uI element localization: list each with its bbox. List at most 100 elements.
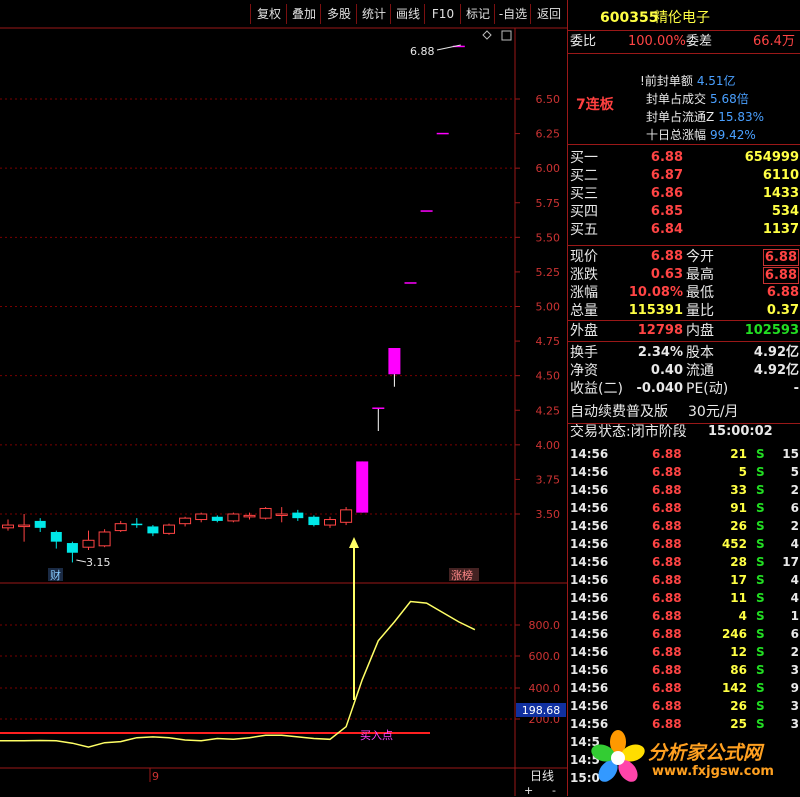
price-tick-label: 4.50 [536, 370, 561, 383]
tick-count: 17 [782, 555, 799, 569]
bid-row[interactable]: 买三 6.86 1433 [568, 185, 800, 203]
stat-waipan-label: 外盘 [570, 323, 598, 339]
indicator-tick-label: 800.0 [529, 619, 561, 632]
zoom-out-button[interactable]: - [552, 784, 556, 797]
tick-time: 14:56 [570, 645, 609, 659]
tick-volume: 246 [721, 627, 747, 641]
price-tick-label: 3.75 [536, 473, 561, 486]
stat-waipan: 12798 [637, 323, 683, 338]
stat-zongliang-label: 总量 [570, 303, 598, 319]
tick-side: S [756, 555, 765, 569]
tick-price: 6.88 [652, 519, 682, 533]
bid-volume: 534 [771, 204, 799, 219]
bid-price: 6.88 [650, 150, 683, 165]
tick-row: 14:56 6.88 142 S 9 [568, 679, 800, 697]
trade-status: 交易状态:闭市阶段 [570, 424, 687, 440]
candle-body [163, 524, 175, 534]
panel-toggle-icon [501, 30, 512, 41]
candle-body [292, 512, 304, 519]
tick-volume: 12 [730, 645, 747, 659]
candle-body [388, 348, 401, 375]
seal-item: 封单占流通Z 15.83% [646, 108, 764, 125]
stat-zuigao-label: 最高 [686, 267, 714, 283]
seal-item: 封单占成交 5.68倍 [646, 90, 749, 107]
stock-code: 600355 [600, 10, 659, 26]
zoom-in-button[interactable]: + [524, 784, 533, 797]
tick-time: 14:56 [570, 519, 609, 533]
stat-huanshou-label: 换手 [570, 345, 598, 361]
tick-volume: 11 [730, 591, 747, 605]
candle-body [131, 523, 143, 526]
candle-body [82, 539, 95, 548]
time-axis-label: 9 [152, 770, 159, 783]
tick-row: 14:56 6.88 246 S 6 [568, 625, 800, 643]
tick-count: 3 [790, 663, 799, 677]
promo-row[interactable]: 自动续费普及版 30元/月 [568, 403, 800, 421]
tick-row: 14:56 6.88 28 S 17 [568, 553, 800, 571]
tick-count: 2 [790, 483, 799, 497]
tick-volume: 26 [730, 519, 747, 533]
kline-chart[interactable]: 6.50 6.25 6.00 5.75 5.50 5.25 5.00 4.75 4.50 4.25… [0, 0, 567, 796]
candle-body [227, 513, 240, 522]
stats-row: 涨幅 10.08% 最低 6.88 [568, 284, 800, 302]
bid-row[interactable]: 买一 6.88 654999 [568, 149, 800, 167]
cai-marker: 财 [50, 568, 61, 582]
candle-body [18, 524, 31, 528]
stat-pe-label: PE(动) [686, 381, 729, 397]
tick-volume: 86 [730, 663, 747, 677]
tick-time: 14:56 [570, 609, 609, 623]
stats-row: 现价 6.88 今开 6.88 [568, 248, 800, 266]
candle-body [114, 523, 127, 532]
low-pointer [76, 559, 87, 563]
seal-item-label: 十日总涨幅 [646, 128, 707, 142]
stat-zhangdie-label: 涨跌 [570, 267, 598, 283]
tick-volume: 452 [721, 537, 747, 551]
high-price-label: 6.88 [410, 45, 435, 58]
stat-huanshou: 2.34% [637, 345, 683, 360]
tick-volume: 21 [730, 447, 747, 461]
indicator-line [0, 600, 476, 748]
candle-body [2, 524, 14, 529]
price-tick-label: 5.75 [536, 197, 561, 210]
candle-body [372, 407, 385, 409]
stat-zhangdie: 0.63 [650, 267, 683, 282]
tick-count: 15 [782, 447, 799, 461]
stat-jingzi-label: 净资 [570, 363, 598, 379]
tick-count: 6 [790, 501, 799, 515]
candle-body [50, 531, 62, 542]
stat-neipan-label: 内盘 [686, 323, 714, 339]
status-time: 15:00:02 [708, 424, 773, 439]
candle-body [195, 513, 208, 521]
bid-row[interactable]: 买四 6.85 534 [568, 203, 800, 221]
tick-price: 6.88 [652, 537, 682, 551]
tick-price: 6.88 [652, 699, 682, 713]
stats-row: 涨跌 0.63 最高 6.88 [568, 266, 800, 284]
buy-arrow-head [349, 537, 359, 548]
price-tick-label: 6.25 [536, 128, 561, 141]
period-tab[interactable]: 日线 [518, 768, 566, 785]
tick-side: S [756, 573, 765, 587]
tick-side: S [756, 501, 765, 515]
bid-row[interactable]: 买二 6.87 6110 [568, 167, 800, 185]
tick-side: S [756, 609, 765, 623]
weicha-label: 委差 [686, 34, 713, 49]
indicator-tick-label: 600.0 [529, 650, 561, 663]
stats-row: 收益(二) -0.040 PE(动) - [568, 380, 800, 398]
stat-xianjia: 6.88 [650, 249, 683, 264]
stat-guben: 4.92亿 [753, 345, 799, 360]
tick-row: 14:56 6.88 452 S 4 [568, 535, 800, 553]
bid-label: 买二 [570, 168, 598, 184]
stock-header: 600355 精伦电子 [568, 8, 800, 28]
stat-jingzi: 0.40 [650, 363, 683, 378]
tick-price: 6.88 [652, 591, 682, 605]
candle-body [308, 516, 320, 526]
tick-price: 6.88 [652, 663, 682, 677]
seal-item-value: 4.51亿 [696, 74, 736, 88]
stat-zongliang: 115391 [628, 303, 683, 318]
bid-label: 买四 [570, 204, 598, 220]
tick-time: 14:56 [570, 591, 609, 605]
candle-body [243, 514, 256, 518]
bid-row[interactable]: 买五 6.84 1137 [568, 221, 800, 239]
tick-volume: 4 [738, 609, 747, 623]
candle-body [34, 520, 46, 528]
